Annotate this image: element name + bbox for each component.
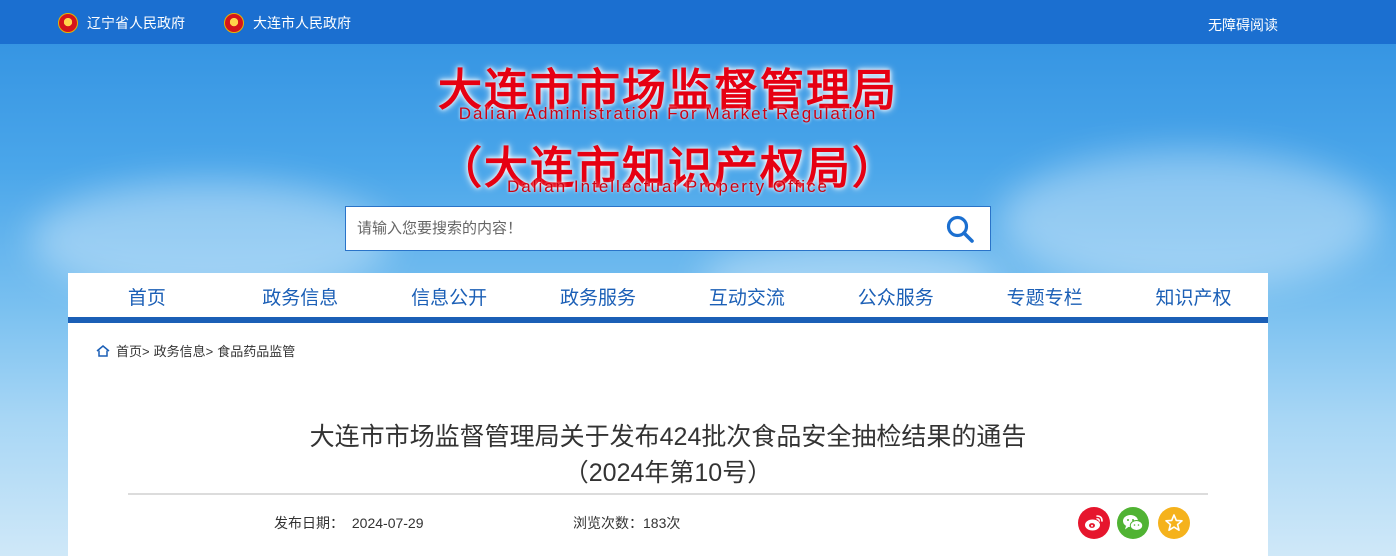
main-nav: 首页 政务信息 信息公开 政务服务 互动交流 公众服务 专题专栏 知识产权 bbox=[68, 273, 1268, 323]
share-wechat-button[interactable] bbox=[1117, 507, 1149, 539]
liaoning-gov-link[interactable]: 辽宁省人民政府 bbox=[58, 13, 185, 33]
publish-date: 发布日期： 2024-07-29 bbox=[274, 513, 424, 533]
search-box bbox=[345, 206, 991, 251]
logo-subtitle-en: Dalian Intellectual Property Office bbox=[507, 177, 829, 196]
publish-date-value: 2024-07-29 bbox=[351, 515, 424, 531]
content-panel: 首页 政务信息 信息公开 政务服务 互动交流 公众服务 专题专栏 知识产权 首页… bbox=[68, 273, 1268, 556]
home-icon bbox=[96, 344, 110, 357]
search-button[interactable] bbox=[930, 207, 990, 250]
publish-date-label: 发布日期： bbox=[274, 515, 344, 531]
nav-government-services[interactable]: 政务服务 bbox=[524, 281, 673, 310]
wechat-icon bbox=[1123, 515, 1144, 531]
breadcrumb-home[interactable]: 首页> bbox=[116, 341, 150, 360]
national-emblem-icon bbox=[58, 13, 78, 33]
nav-intellectual-property[interactable]: 知识产权 bbox=[1119, 281, 1268, 310]
title-divider bbox=[128, 493, 1208, 495]
search-icon bbox=[946, 215, 974, 243]
nav-public-services[interactable]: 公众服务 bbox=[821, 281, 970, 310]
dalian-gov-link[interactable]: 大连市人民政府 bbox=[224, 13, 351, 33]
accessibility-link[interactable]: 无障碍阅读 bbox=[1208, 15, 1278, 35]
star-icon bbox=[1165, 514, 1183, 531]
dalian-gov-label: 大连市人民政府 bbox=[253, 15, 351, 31]
search-input[interactable] bbox=[346, 207, 930, 250]
breadcrumb: 首页> 政务信息> 食品药品监管 bbox=[96, 341, 295, 360]
view-count: 浏览次数：183次 bbox=[573, 515, 681, 531]
add-favorite-button[interactable] bbox=[1158, 507, 1190, 539]
breadcrumb-government-info[interactable]: 政务信息> bbox=[154, 341, 214, 360]
top-bar: 辽宁省人民政府 大连市人民政府 无障碍阅读 bbox=[0, 0, 1396, 44]
breadcrumb-food-drug[interactable]: 食品药品监管 bbox=[217, 341, 295, 360]
national-emblem-icon bbox=[224, 13, 244, 33]
article-title: 大连市市场监督管理局关于发布424批次食品安全抽检结果的通告 bbox=[309, 423, 1027, 451]
article-number: （2024年第10号） bbox=[563, 459, 773, 487]
logo-title-en: Dalian Administration For Market Regulat… bbox=[458, 104, 878, 123]
nav-interaction[interactable]: 互动交流 bbox=[673, 281, 822, 310]
nav-special-topics[interactable]: 专题专栏 bbox=[970, 281, 1119, 310]
liaoning-gov-label: 辽宁省人民政府 bbox=[87, 15, 185, 31]
share-weibo-button[interactable] bbox=[1078, 507, 1110, 539]
nav-info-disclosure[interactable]: 信息公开 bbox=[375, 281, 524, 310]
weibo-icon bbox=[1085, 515, 1103, 531]
nav-government-info[interactable]: 政务信息 bbox=[226, 281, 375, 310]
nav-home[interactable]: 首页 bbox=[68, 281, 226, 310]
